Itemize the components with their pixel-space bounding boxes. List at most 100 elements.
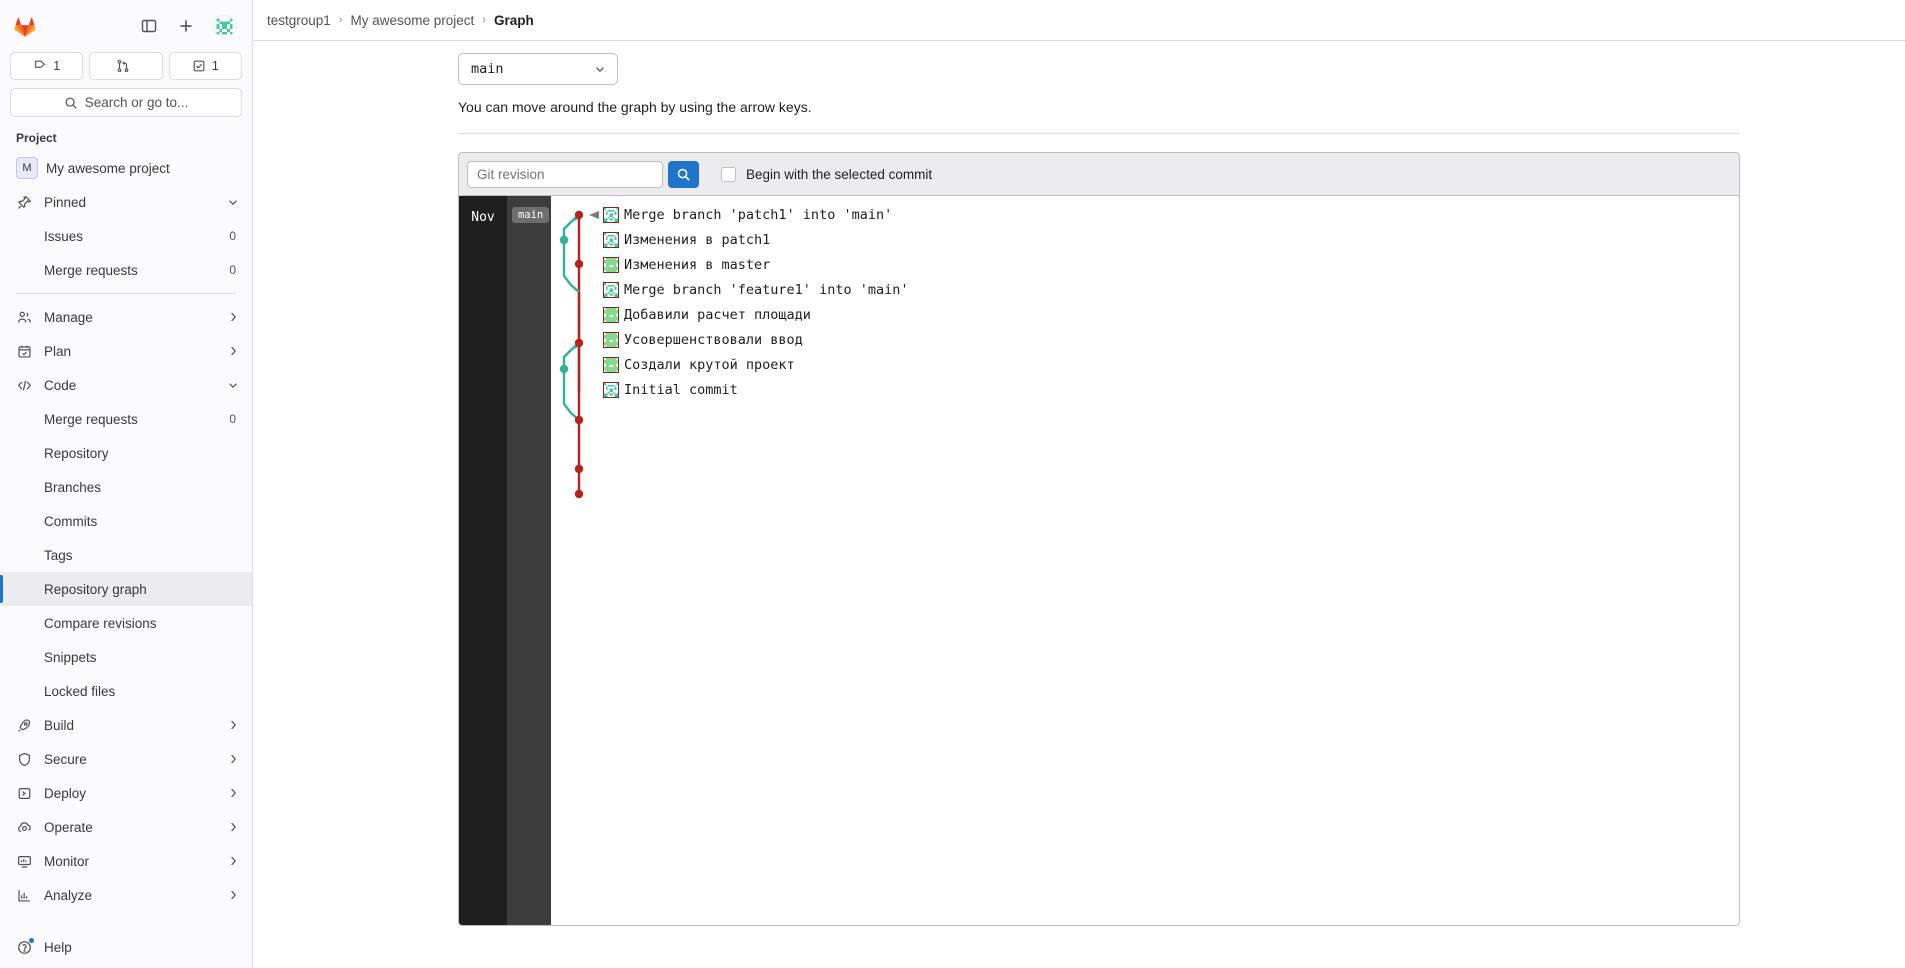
commit-message[interactable]: Создали крутой проект [624, 357, 795, 373]
sidebar-item-plan[interactable]: Plan [0, 334, 252, 368]
graph-toolbar: Begin with the selected commit [459, 153, 1739, 196]
graph-page: main You can move around the graph by us… [253, 41, 1905, 926]
commit-author-identicon [603, 307, 619, 323]
sidebar-item-label: Tags [44, 547, 73, 563]
commit-message[interactable]: Усовершенствовали ввод [624, 332, 803, 348]
project-avatar: M [16, 157, 38, 179]
sidebar-item-locked-files[interactable]: Locked files [0, 674, 252, 708]
todos-counter-value: 1 [211, 59, 219, 73]
sidebar-item-merge-requests-pinned[interactable]: Merge requests 0 [0, 253, 252, 287]
breadcrumb-item-group[interactable]: testgroup1 [267, 13, 331, 28]
branch-tag-main[interactable]: main [512, 207, 550, 223]
branch-selector[interactable]: main [458, 53, 618, 85]
plus-icon[interactable] [176, 16, 196, 36]
sidebar-top-icons [139, 14, 236, 38]
calendar-icon [16, 343, 32, 359]
commit-message[interactable]: Изменения в patch1 [624, 232, 770, 248]
sidebar-item-label: Plan [44, 343, 72, 359]
gitlab-app: 1 1 Search or go to... Project M My awes… [0, 0, 1905, 968]
commit-author-identicon [603, 232, 619, 248]
sidebar-section-title: Project [16, 131, 57, 145]
sidebar-item-branches[interactable]: Branches [0, 470, 252, 504]
sidebar-item-label: Locked files [44, 683, 116, 699]
deploy-icon [16, 785, 32, 801]
sidebar-item-label: Branches [44, 479, 102, 495]
commit-message[interactable]: Изменения в master [624, 257, 770, 273]
commit-message[interactable]: Добавили расчет площади [624, 307, 811, 323]
sidebar-item-label: Repository [44, 445, 109, 461]
search-input[interactable]: Search or go to... [10, 88, 242, 117]
sidebar-item-label: Deploy [44, 785, 87, 801]
gitlab-logo-icon[interactable] [12, 13, 38, 39]
chevron-right-icon [226, 820, 240, 834]
sidebar-item-merge-requests[interactable]: Merge requests 0 [0, 402, 252, 436]
commit-row[interactable]: Усовершенствовали ввод [603, 328, 803, 352]
commit-author-identicon [603, 282, 619, 298]
commit-row[interactable]: Merge branch 'feature1' into 'main' [603, 278, 908, 302]
issues-counter[interactable]: 1 [10, 52, 84, 80]
user-avatar-identicon[interactable] [213, 14, 236, 38]
git-revision-input[interactable] [467, 160, 663, 188]
commit-author-identicon [603, 332, 619, 348]
sidebar-item-issues[interactable]: Issues 0 [0, 219, 252, 253]
breadcrumb-item-project[interactable]: My awesome project [350, 13, 474, 28]
sidebar-item-tags[interactable]: Tags [0, 538, 252, 572]
sidebar-item-help[interactable]: Help [0, 930, 252, 964]
sidebar-item-operate[interactable]: Operate [0, 810, 252, 844]
sidebar-item-deploy[interactable]: Deploy [0, 776, 252, 810]
rocket-icon [16, 717, 32, 733]
sidebar-item-commits[interactable]: Commits [0, 504, 252, 538]
sidebar-item-monitor[interactable]: Monitor [0, 844, 252, 878]
graph-canvas: main Merge branch 'patch1' into 'main' И… [512, 196, 1739, 925]
sidebar-item-label: Monitor [44, 853, 90, 869]
breadcrumb-separator: › [338, 14, 343, 26]
graph-search-button[interactable] [668, 160, 699, 188]
sidebar-item-pinned[interactable]: Pinned [0, 185, 252, 219]
sidebar-item-build[interactable]: Build [0, 708, 252, 742]
todos-counter[interactable]: 1 [168, 52, 242, 80]
sidebar-item-label: Manage [44, 309, 93, 325]
commit-message[interactable]: Merge branch 'patch1' into 'main' [624, 207, 892, 223]
commit-author-identicon [603, 207, 619, 223]
commit-row[interactable]: Initial commit [603, 378, 738, 402]
breadcrumb-separator: › [482, 14, 486, 26]
sidebar-item-project[interactable]: M My awesome project [0, 151, 252, 185]
sidebar-item-label: Compare revisions [44, 615, 157, 631]
project-initial: M [22, 162, 32, 174]
commit-row[interactable]: Создали крутой проект [603, 353, 795, 377]
chevron-right-icon [226, 310, 240, 324]
sidebar-counters: 1 1 [10, 52, 242, 80]
commit-message[interactable]: Initial commit [624, 382, 738, 398]
sidebar-item-snippets[interactable]: Snippets [0, 640, 252, 674]
sidebar-item-analyze[interactable]: Analyze [0, 878, 252, 912]
sidebar-item-label: My awesome project [46, 160, 170, 176]
sidebar-item-label: Secure [44, 751, 87, 767]
commit-row[interactable]: Изменения в patch1 [603, 228, 770, 252]
commit-message[interactable]: Merge branch 'feature1' into 'main' [624, 282, 908, 298]
commit-author-identicon [603, 382, 619, 398]
sidebar-item-label: Commits [44, 513, 98, 529]
sidebar-item-compare-revisions[interactable]: Compare revisions [0, 606, 252, 640]
commit-row[interactable]: Добавили расчет площади [603, 303, 811, 327]
sidebar-item-repository[interactable]: Repository [0, 436, 252, 470]
breadcrumb: testgroup1 › My awesome project › Graph [253, 0, 1905, 41]
sidebar-footer: Help [0, 930, 252, 968]
sidebar-item-badge: 0 [229, 263, 236, 277]
graph-day-column: 14 [507, 196, 551, 925]
sidebar-item-label: Analyze [44, 887, 93, 903]
sidebar-item-manage[interactable]: Manage [0, 300, 252, 334]
sidebar-toggle-icon[interactable] [139, 16, 159, 36]
chevron-right-icon [226, 854, 240, 868]
commit-row[interactable]: Изменения в master [603, 253, 770, 277]
sidebar-item-label: Merge requests [44, 262, 138, 278]
merge-requests-counter[interactable] [89, 52, 163, 80]
sidebar-item-code[interactable]: Code [0, 368, 252, 402]
chevron-right-icon [226, 786, 240, 800]
commit-row[interactable]: Merge branch 'patch1' into 'main' [603, 203, 892, 227]
begin-with-selected-commit-checkbox[interactable]: Begin with the selected commit [721, 166, 932, 182]
sidebar-item-repository-graph[interactable]: Repository graph [0, 572, 252, 606]
search-icon [677, 168, 690, 181]
sidebar-item-secure[interactable]: Secure [0, 742, 252, 776]
chevron-right-icon [226, 752, 240, 766]
search-icon [65, 97, 77, 109]
